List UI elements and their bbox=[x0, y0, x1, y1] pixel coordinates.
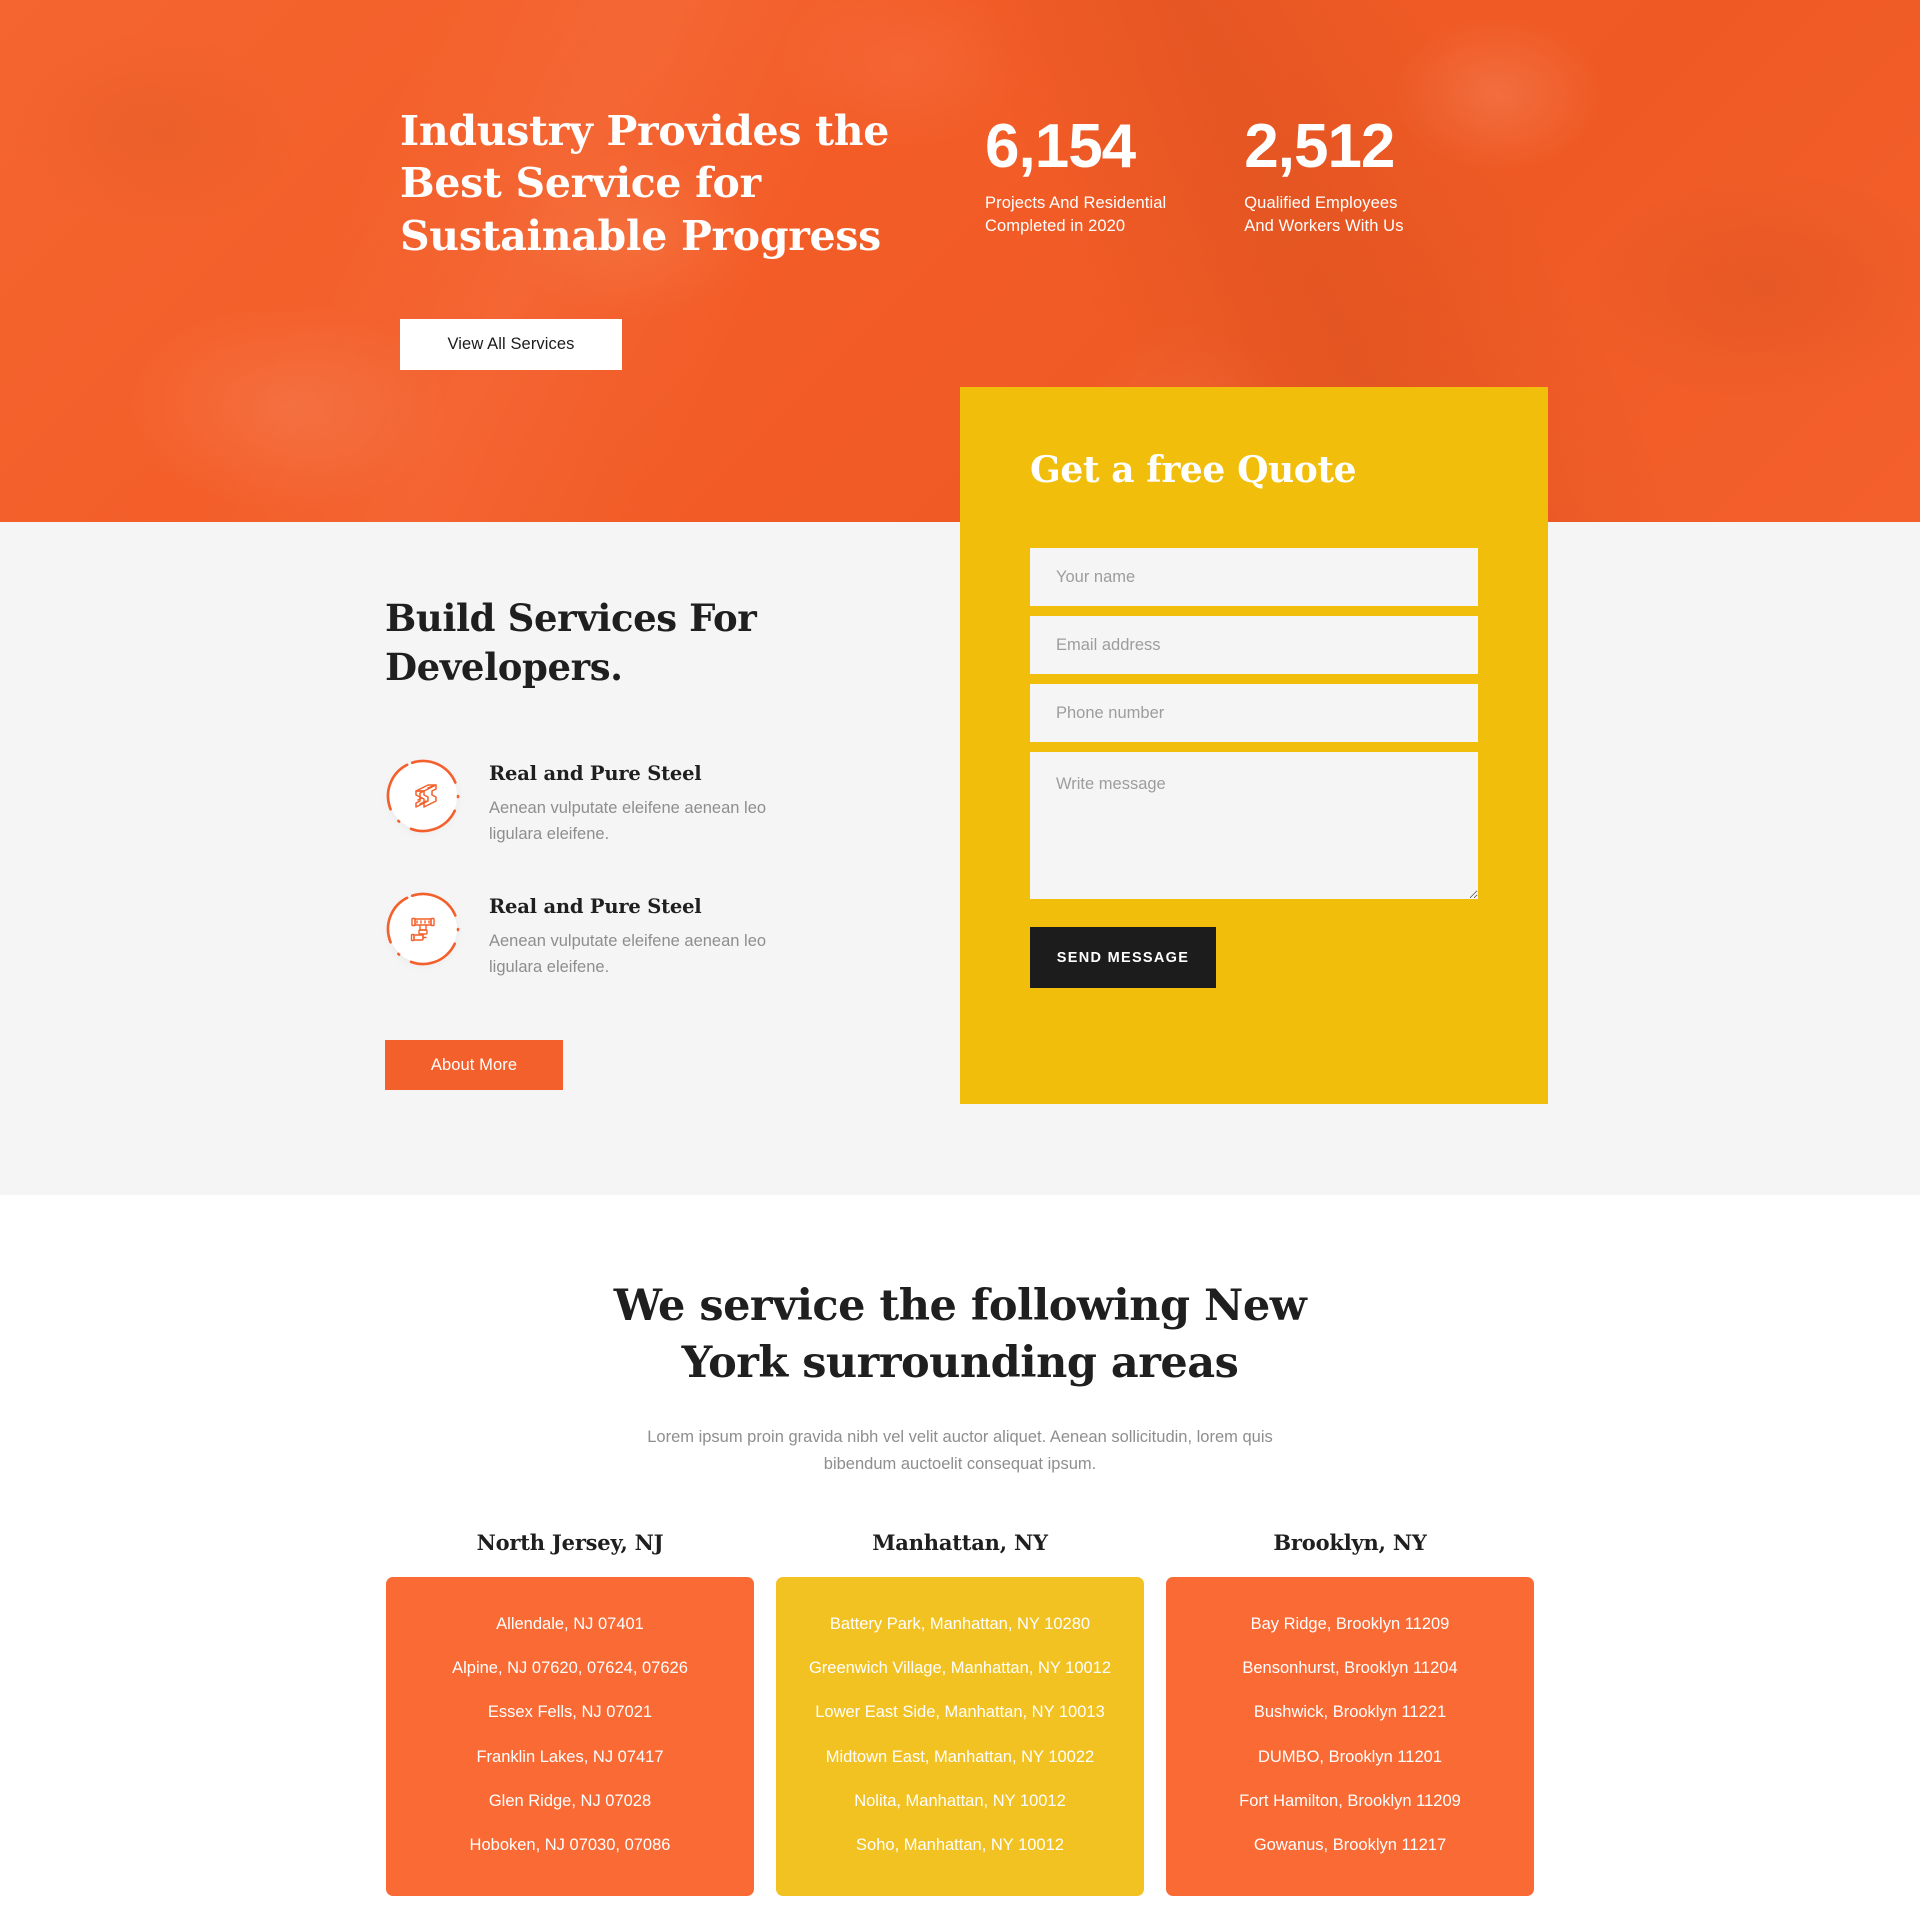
service-description: Aenean vulputate eleifene aenean leo lig… bbox=[489, 799, 767, 843]
view-all-services-button[interactable]: View All Services bbox=[400, 319, 622, 370]
name-input[interactable] bbox=[1030, 548, 1478, 606]
column-heading: Manhattan, NY bbox=[872, 1529, 1048, 1555]
area-list-card: Allendale, NJ 07401 Alpine, NJ 07620, 07… bbox=[386, 1576, 754, 1897]
service-areas-columns: North Jersey, NJ Allendale, NJ 07401 Alp… bbox=[0, 1530, 1920, 1897]
quote-form: SEND MESSAGE bbox=[1030, 548, 1478, 988]
service-area-column: Manhattan, NY Battery Park, Manhattan, N… bbox=[776, 1530, 1144, 1897]
service-name: Real and Pure Steel bbox=[489, 895, 702, 919]
email-input[interactable] bbox=[1030, 616, 1478, 674]
landing-page: Industry Provides the Best Service for S… bbox=[0, 0, 1920, 1920]
area-item: Alpine, NJ 07620, 07624, 07626 bbox=[452, 1659, 688, 1678]
area-item: Bushwick, Brooklyn 11221 bbox=[1253, 1703, 1447, 1722]
quote-title: Get a free Quote bbox=[1030, 449, 1357, 491]
service-areas-subtitle: Lorem ipsum proin gravida nibh vel velit… bbox=[647, 1428, 1273, 1474]
stat-label: Qualified Employees And Workers With Us bbox=[1244, 194, 1404, 236]
area-item: Gowanus, Brooklyn 11217 bbox=[1253, 1836, 1447, 1855]
area-item: Soho, Manhattan, NY 10012 bbox=[856, 1836, 1064, 1855]
area-item: Bensonhurst, Brooklyn 11204 bbox=[1242, 1659, 1458, 1678]
stat-block: 6,154 Projects And Residential Completed… bbox=[985, 116, 1166, 239]
service-description: Aenean vulputate eleifene aenean leo lig… bbox=[489, 932, 767, 976]
service-areas-section: We service the following New York surrou… bbox=[0, 1195, 1920, 1920]
stat-label: Projects And Residential Completed in 20… bbox=[985, 194, 1167, 236]
message-textarea[interactable] bbox=[1030, 752, 1478, 899]
stat-number: 6,154 bbox=[985, 112, 1136, 181]
build-services-title: Build Services For Developers. bbox=[385, 596, 757, 689]
service-icon-badge bbox=[385, 891, 461, 967]
pipe-valve-icon bbox=[385, 891, 461, 967]
hero-stats: 6,154 Projects And Residential Completed… bbox=[985, 116, 1404, 239]
stat-number: 2,512 bbox=[1244, 112, 1395, 181]
service-icon-badge bbox=[385, 758, 461, 834]
area-list-card: Bay Ridge, Brooklyn 11209 Bensonhurst, B… bbox=[1166, 1576, 1534, 1897]
service-area-column: Brooklyn, NY Bay Ridge, Brooklyn 11209 B… bbox=[1166, 1530, 1534, 1897]
area-item: Midtown East, Manhattan, NY 10022 bbox=[825, 1747, 1095, 1766]
area-item: Franklin Lakes, NJ 07417 bbox=[476, 1747, 664, 1766]
steel-beam-icon bbox=[385, 758, 461, 834]
area-item: Bay Ridge, Brooklyn 11209 bbox=[1250, 1614, 1450, 1633]
area-item: Greenwich Village, Manhattan, NY 10012 bbox=[808, 1659, 1112, 1678]
column-heading: Brooklyn, NY bbox=[1273, 1529, 1427, 1555]
service-areas-title: We service the following New York surrou… bbox=[613, 1281, 1307, 1389]
area-item: DUMBO, Brooklyn 11201 bbox=[1257, 1747, 1443, 1766]
service-text: Real and Pure Steel Aenean vulputate ele… bbox=[489, 758, 807, 847]
area-list-card: Battery Park, Manhattan, NY 10280 Greenw… bbox=[776, 1576, 1144, 1897]
service-area-column: North Jersey, NJ Allendale, NJ 07401 Alp… bbox=[386, 1530, 754, 1897]
service-item: Real and Pure Steel Aenean vulputate ele… bbox=[385, 891, 925, 980]
phone-input[interactable] bbox=[1030, 684, 1478, 742]
send-message-button[interactable]: SEND MESSAGE bbox=[1030, 927, 1216, 988]
hero-title: Industry Provides the Best Service for S… bbox=[400, 107, 890, 260]
about-more-button[interactable]: About More bbox=[385, 1040, 563, 1090]
service-item: Real and Pure Steel Aenean vulputate ele… bbox=[385, 758, 925, 847]
area-item: Battery Park, Manhattan, NY 10280 bbox=[829, 1614, 1091, 1633]
service-name: Real and Pure Steel bbox=[489, 762, 702, 785]
column-heading: North Jersey, NJ bbox=[476, 1529, 664, 1555]
area-item: Glen Ridge, NJ 07028 bbox=[488, 1791, 652, 1810]
area-item: Lower East Side, Manhattan, NY 10013 bbox=[815, 1703, 1105, 1722]
service-list: Real and Pure Steel Aenean vulputate ele… bbox=[385, 758, 925, 1024]
get-a-free-quote-card: Get a free Quote SEND MESSAGE bbox=[960, 387, 1548, 1104]
service-text: Real and Pure Steel Aenean vulputate ele… bbox=[489, 891, 807, 980]
area-item: Fort Hamilton, Brooklyn 11209 bbox=[1239, 1791, 1461, 1810]
stat-block: 2,512 Qualified Employees And Workers Wi… bbox=[1244, 116, 1403, 239]
area-item: Nolita, Manhattan, NY 10012 bbox=[854, 1791, 1066, 1810]
area-item: Allendale, NJ 07401 bbox=[496, 1614, 644, 1633]
area-item: Essex Fells, NJ 07021 bbox=[487, 1703, 653, 1722]
area-item: Hoboken, NJ 07030, 07086 bbox=[469, 1836, 671, 1855]
